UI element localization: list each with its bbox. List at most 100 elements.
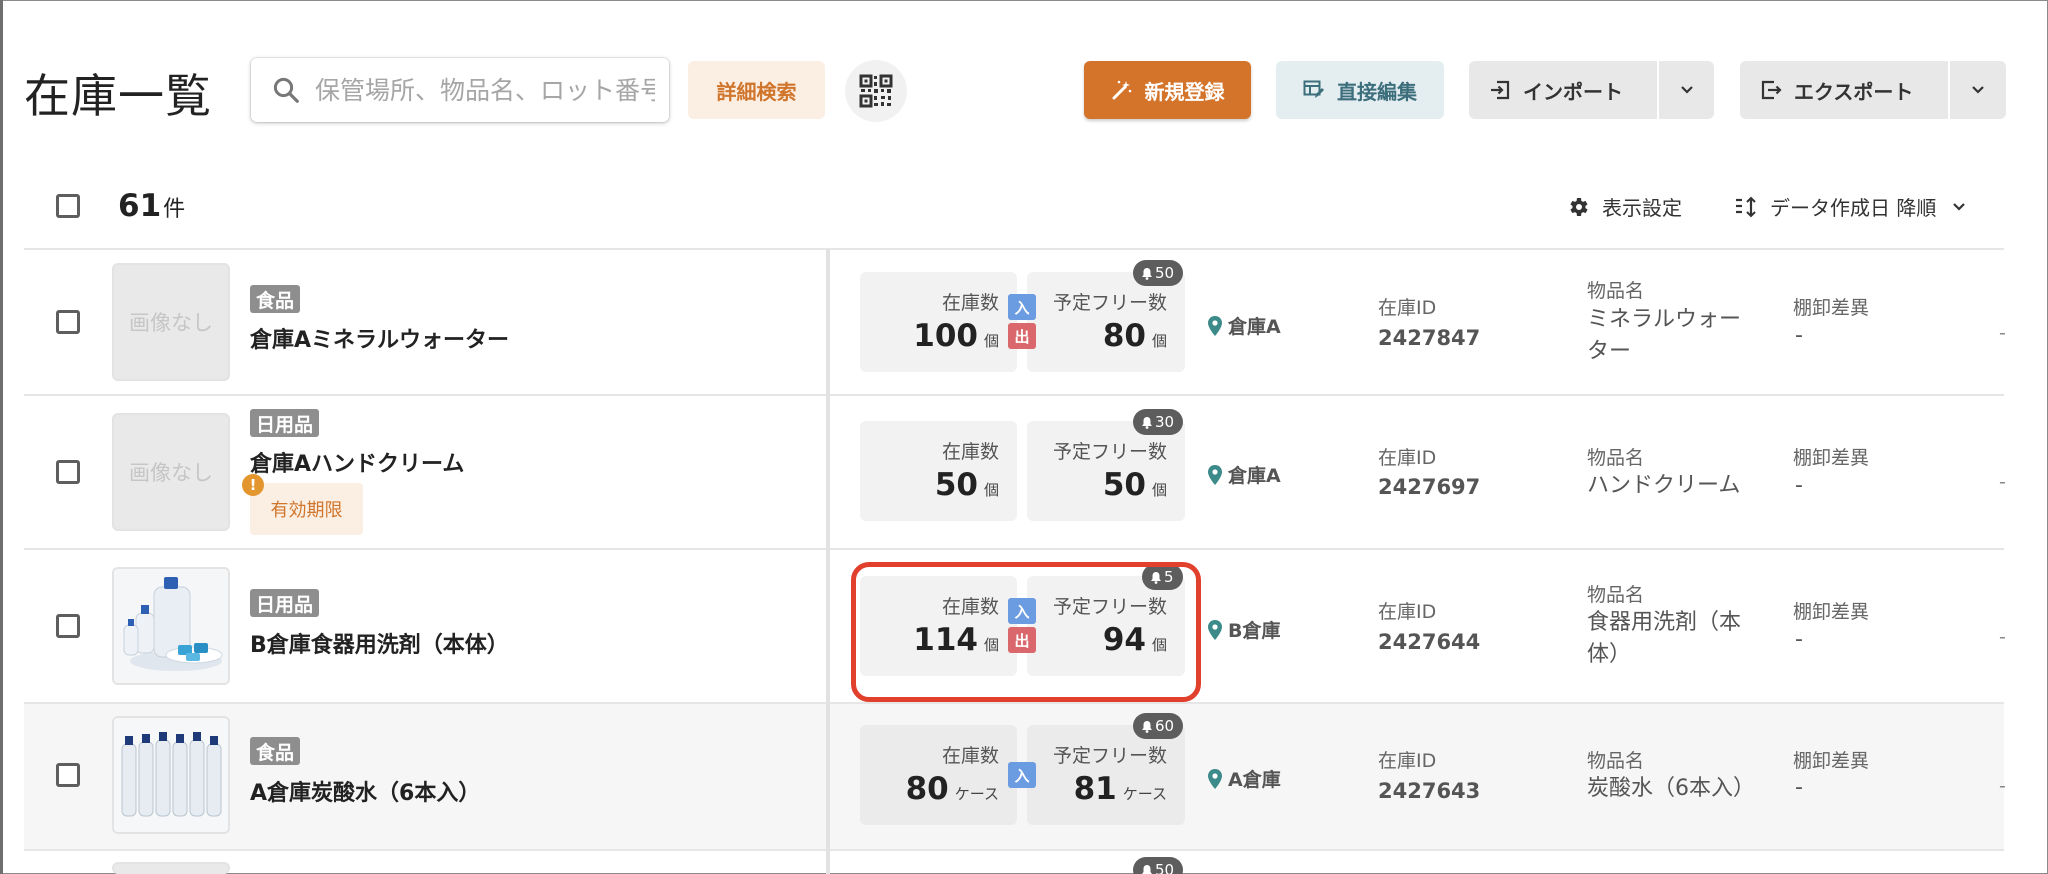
category-badge: 日用品	[250, 589, 320, 617]
inventory-diff-label: 棚卸差異	[1793, 447, 1870, 469]
import-button[interactable]: インポート	[1469, 61, 1714, 119]
export-icon	[1760, 79, 1782, 101]
item-name-label: 物品名	[1587, 750, 1645, 772]
free-qty-value: 80 個	[1103, 318, 1167, 354]
import-dropdown-toggle[interactable]	[1659, 61, 1714, 119]
free-qty-value: 81 ケース	[1074, 771, 1167, 807]
no-image-label: 画像なし	[129, 311, 213, 335]
stock-id-label: 在庫ID	[1378, 750, 1437, 772]
free-qty-box: 予定フリー数 80 個	[1027, 272, 1185, 372]
page-title: 在庫一覧	[24, 69, 212, 123]
map-pin-icon	[1208, 768, 1222, 789]
qr-scan-button[interactable]	[845, 60, 907, 122]
select-all-checkbox[interactable]	[56, 194, 80, 218]
divider	[24, 849, 2004, 851]
category-badge: 食品	[250, 737, 301, 765]
free-qty-label: 予定フリー数	[1052, 745, 1167, 767]
item-name-value: 炭酸水（6本入）	[1587, 776, 1755, 801]
export-button[interactable]: エクスポート	[1740, 61, 2006, 119]
result-count-unit: 件	[163, 197, 186, 222]
alert-threshold-badge: 30	[1133, 409, 1184, 435]
item-title[interactable]: 倉庫Aミネラルウォーター	[250, 322, 509, 354]
free-qty-value: 50 個	[1103, 467, 1167, 503]
divider	[24, 548, 2004, 550]
no-image-label: 画像なし	[129, 461, 213, 485]
map-pin-icon	[1208, 619, 1222, 640]
display-settings-label: 表示設定	[1602, 196, 1682, 220]
row-checkbox[interactable]	[56, 614, 80, 638]
bell-icon	[1142, 864, 1152, 874]
row-checkbox[interactable]	[56, 763, 80, 787]
gear-icon	[1566, 195, 1590, 219]
category-badge: 日用品	[250, 409, 320, 437]
stock-id-value: 2427847	[1378, 326, 1481, 350]
item-title[interactable]: A倉庫炭酸水（6本入）	[250, 775, 480, 807]
row-checkbox[interactable]	[56, 460, 80, 484]
stock-qty-box: 在庫数 50 個	[860, 421, 1017, 521]
inventory-diff-label: 棚卸差異	[1793, 601, 1870, 623]
alert-threshold-badge: 50	[1133, 857, 1184, 874]
row-checkbox[interactable]	[56, 310, 80, 334]
free-qty-box: 予定フリー数 81 ケース	[1027, 725, 1185, 825]
item-name-value: ハンドクリーム	[1587, 473, 1741, 498]
stock-qty-value: 50 個	[935, 467, 999, 503]
item-name-label: 物品名	[1587, 280, 1645, 302]
location-label: 倉庫A	[1228, 316, 1281, 338]
location: B倉庫	[1208, 616, 1280, 643]
column-divider	[826, 249, 830, 874]
free-qty-number: 81	[1073, 771, 1117, 807]
stock-qty-number: 50	[934, 467, 978, 503]
table-edit-icon	[1303, 80, 1325, 100]
export-dropdown-toggle[interactable]	[1950, 61, 2006, 119]
divider	[24, 248, 2004, 250]
free-qty-box: 予定フリー数 50 個	[1027, 421, 1185, 521]
product-image	[112, 567, 230, 685]
stock-qty-label: 在庫数	[941, 745, 999, 767]
export-label: エクスポート	[1794, 79, 1914, 104]
sort-icon	[1734, 196, 1758, 218]
stock-qty-number: 100	[913, 318, 978, 354]
sort-dropdown[interactable]: データ作成日 降順	[1734, 192, 1966, 221]
item-title[interactable]: 倉庫Aハンドクリーム	[250, 446, 464, 478]
unit-label: 個	[1151, 332, 1167, 350]
alert-threshold-value: 30	[1155, 413, 1175, 431]
import-icon	[1489, 79, 1511, 101]
stock-qty-value: 100 個	[913, 318, 999, 354]
no-image-placeholder: 画像なし	[112, 263, 230, 381]
display-settings-button[interactable]: 表示設定	[1566, 192, 1682, 221]
free-qty-label: 予定フリー数	[1052, 441, 1167, 463]
stock-id-value: 2427643	[1378, 779, 1481, 803]
bell-icon	[1142, 267, 1152, 280]
stock-id-value: 2427644	[1378, 630, 1481, 654]
search-input[interactable]	[315, 75, 655, 105]
location: 倉庫A	[1208, 312, 1281, 339]
detail-search-button[interactable]: 詳細検索	[688, 61, 825, 119]
sparkling-water-image	[114, 718, 228, 832]
inventory-diff-value: -	[1795, 473, 1803, 498]
in-badge[interactable]: 入	[1008, 294, 1036, 320]
item-name-label: 物品名	[1587, 584, 1645, 606]
truncated-column: -	[1999, 626, 2006, 648]
item-name-label: 物品名	[1587, 447, 1645, 469]
alert-threshold-value: 50	[1155, 264, 1175, 282]
stock-qty-label: 在庫数	[941, 441, 999, 463]
qr-code-icon	[859, 74, 893, 108]
highlight-box	[851, 562, 1201, 702]
direct-edit-label: 直接編集	[1337, 79, 1417, 104]
unit-label: ケース	[1122, 785, 1167, 803]
inventory-diff-value: -	[1795, 323, 1803, 348]
inventory-diff-label: 棚卸差異	[1793, 750, 1870, 772]
alert-threshold-value: 60	[1155, 717, 1175, 735]
item-name-value: ミネラルウォーター	[1587, 307, 1742, 364]
item-title[interactable]: B倉庫食器用洗剤（本体）	[250, 627, 509, 659]
out-badge[interactable]: 出	[1008, 323, 1036, 349]
import-label: インポート	[1523, 79, 1623, 104]
search-box[interactable]	[251, 58, 669, 122]
product-image	[112, 716, 230, 834]
direct-edit-button[interactable]: 直接編集	[1276, 61, 1444, 119]
new-register-button[interactable]: 新規登録	[1084, 61, 1251, 119]
bell-icon	[1142, 720, 1152, 733]
stock-qty-number: 80	[905, 771, 949, 807]
in-badge[interactable]: 入	[1008, 762, 1036, 788]
search-icon	[273, 77, 299, 103]
